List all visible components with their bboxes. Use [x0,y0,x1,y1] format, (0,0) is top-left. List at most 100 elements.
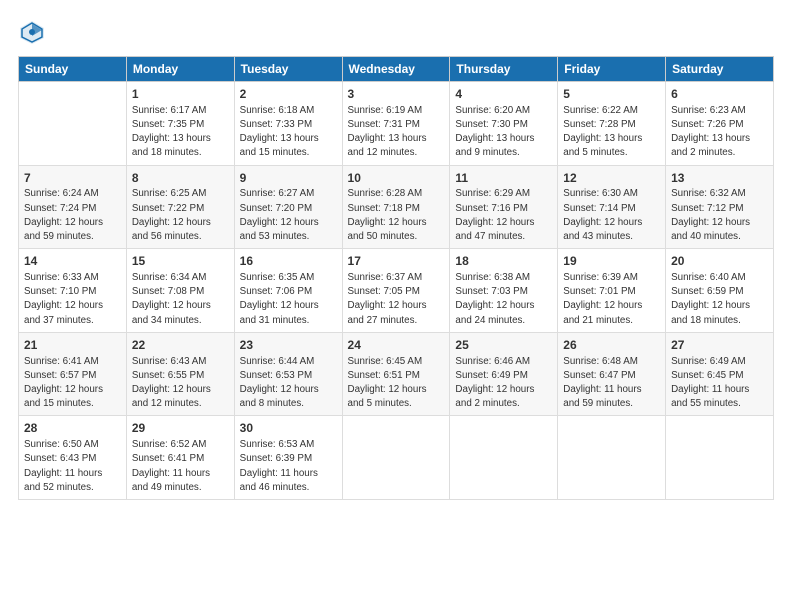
day-number: 17 [348,253,445,270]
calendar-cell: 17Sunrise: 6:37 AM Sunset: 7:05 PM Dayli… [342,249,450,333]
calendar-cell: 26Sunrise: 6:48 AM Sunset: 6:47 PM Dayli… [558,332,666,416]
day-number: 20 [671,253,768,270]
day-number: 10 [348,170,445,187]
day-info: Sunrise: 6:43 AM Sunset: 6:55 PM Dayligh… [132,355,229,412]
calendar-cell: 15Sunrise: 6:34 AM Sunset: 7:08 PM Dayli… [126,249,234,333]
calendar-week-5: 28Sunrise: 6:50 AM Sunset: 6:43 PM Dayli… [19,416,774,500]
day-info: Sunrise: 6:37 AM Sunset: 7:05 PM Dayligh… [348,271,445,328]
day-number: 24 [348,337,445,354]
weekday-header-tuesday: Tuesday [234,57,342,82]
day-number: 16 [240,253,337,270]
calendar-week-2: 7Sunrise: 6:24 AM Sunset: 7:24 PM Daylig… [19,165,774,249]
weekday-header-row: SundayMondayTuesdayWednesdayThursdayFrid… [19,57,774,82]
day-info: Sunrise: 6:19 AM Sunset: 7:31 PM Dayligh… [348,104,445,161]
day-number: 13 [671,170,768,187]
day-info: Sunrise: 6:17 AM Sunset: 7:35 PM Dayligh… [132,104,229,161]
calendar-cell [558,416,666,500]
day-info: Sunrise: 6:48 AM Sunset: 6:47 PM Dayligh… [563,355,660,412]
calendar-cell: 20Sunrise: 6:40 AM Sunset: 6:59 PM Dayli… [666,249,774,333]
day-number: 25 [455,337,552,354]
day-number: 2 [240,86,337,103]
calendar-cell: 12Sunrise: 6:30 AM Sunset: 7:14 PM Dayli… [558,165,666,249]
weekday-header-wednesday: Wednesday [342,57,450,82]
day-number: 5 [563,86,660,103]
weekday-header-monday: Monday [126,57,234,82]
calendar-cell: 7Sunrise: 6:24 AM Sunset: 7:24 PM Daylig… [19,165,127,249]
calendar-cell: 2Sunrise: 6:18 AM Sunset: 7:33 PM Daylig… [234,82,342,166]
day-number: 9 [240,170,337,187]
calendar-cell: 28Sunrise: 6:50 AM Sunset: 6:43 PM Dayli… [19,416,127,500]
calendar-cell: 19Sunrise: 6:39 AM Sunset: 7:01 PM Dayli… [558,249,666,333]
calendar-cell [666,416,774,500]
day-number: 23 [240,337,337,354]
day-info: Sunrise: 6:28 AM Sunset: 7:18 PM Dayligh… [348,187,445,244]
day-info: Sunrise: 6:46 AM Sunset: 6:49 PM Dayligh… [455,355,552,412]
calendar-cell: 23Sunrise: 6:44 AM Sunset: 6:53 PM Dayli… [234,332,342,416]
day-info: Sunrise: 6:40 AM Sunset: 6:59 PM Dayligh… [671,271,768,328]
weekday-header-thursday: Thursday [450,57,558,82]
day-info: Sunrise: 6:27 AM Sunset: 7:20 PM Dayligh… [240,187,337,244]
weekday-header-saturday: Saturday [666,57,774,82]
day-number: 26 [563,337,660,354]
day-number: 27 [671,337,768,354]
day-number: 1 [132,86,229,103]
day-info: Sunrise: 6:29 AM Sunset: 7:16 PM Dayligh… [455,187,552,244]
weekday-header-friday: Friday [558,57,666,82]
calendar-cell: 3Sunrise: 6:19 AM Sunset: 7:31 PM Daylig… [342,82,450,166]
day-info: Sunrise: 6:50 AM Sunset: 6:43 PM Dayligh… [24,438,121,495]
day-info: Sunrise: 6:32 AM Sunset: 7:12 PM Dayligh… [671,187,768,244]
day-info: Sunrise: 6:52 AM Sunset: 6:41 PM Dayligh… [132,438,229,495]
day-number: 21 [24,337,121,354]
page-container: SundayMondayTuesdayWednesdayThursdayFrid… [0,0,792,510]
calendar-cell: 11Sunrise: 6:29 AM Sunset: 7:16 PM Dayli… [450,165,558,249]
day-number: 14 [24,253,121,270]
weekday-header-sunday: Sunday [19,57,127,82]
calendar-cell: 4Sunrise: 6:20 AM Sunset: 7:30 PM Daylig… [450,82,558,166]
day-info: Sunrise: 6:25 AM Sunset: 7:22 PM Dayligh… [132,187,229,244]
calendar-cell: 18Sunrise: 6:38 AM Sunset: 7:03 PM Dayli… [450,249,558,333]
day-info: Sunrise: 6:33 AM Sunset: 7:10 PM Dayligh… [24,271,121,328]
day-number: 18 [455,253,552,270]
day-number: 15 [132,253,229,270]
calendar-cell: 22Sunrise: 6:43 AM Sunset: 6:55 PM Dayli… [126,332,234,416]
day-info: Sunrise: 6:34 AM Sunset: 7:08 PM Dayligh… [132,271,229,328]
day-info: Sunrise: 6:38 AM Sunset: 7:03 PM Dayligh… [455,271,552,328]
calendar-cell: 29Sunrise: 6:52 AM Sunset: 6:41 PM Dayli… [126,416,234,500]
calendar-cell: 21Sunrise: 6:41 AM Sunset: 6:57 PM Dayli… [19,332,127,416]
day-number: 7 [24,170,121,187]
calendar-week-3: 14Sunrise: 6:33 AM Sunset: 7:10 PM Dayli… [19,249,774,333]
day-number: 11 [455,170,552,187]
calendar-week-4: 21Sunrise: 6:41 AM Sunset: 6:57 PM Dayli… [19,332,774,416]
calendar-cell: 16Sunrise: 6:35 AM Sunset: 7:06 PM Dayli… [234,249,342,333]
calendar-cell: 10Sunrise: 6:28 AM Sunset: 7:18 PM Dayli… [342,165,450,249]
day-number: 30 [240,420,337,437]
day-info: Sunrise: 6:35 AM Sunset: 7:06 PM Dayligh… [240,271,337,328]
calendar-cell [342,416,450,500]
day-number: 6 [671,86,768,103]
logo-icon [18,18,46,46]
calendar-cell: 9Sunrise: 6:27 AM Sunset: 7:20 PM Daylig… [234,165,342,249]
calendar-cell: 25Sunrise: 6:46 AM Sunset: 6:49 PM Dayli… [450,332,558,416]
day-info: Sunrise: 6:22 AM Sunset: 7:28 PM Dayligh… [563,104,660,161]
calendar-cell: 1Sunrise: 6:17 AM Sunset: 7:35 PM Daylig… [126,82,234,166]
day-info: Sunrise: 6:30 AM Sunset: 7:14 PM Dayligh… [563,187,660,244]
calendar-cell: 5Sunrise: 6:22 AM Sunset: 7:28 PM Daylig… [558,82,666,166]
day-info: Sunrise: 6:45 AM Sunset: 6:51 PM Dayligh… [348,355,445,412]
calendar-cell: 8Sunrise: 6:25 AM Sunset: 7:22 PM Daylig… [126,165,234,249]
day-number: 29 [132,420,229,437]
calendar-week-1: 1Sunrise: 6:17 AM Sunset: 7:35 PM Daylig… [19,82,774,166]
day-number: 28 [24,420,121,437]
calendar-cell: 13Sunrise: 6:32 AM Sunset: 7:12 PM Dayli… [666,165,774,249]
day-info: Sunrise: 6:23 AM Sunset: 7:26 PM Dayligh… [671,104,768,161]
calendar-table: SundayMondayTuesdayWednesdayThursdayFrid… [18,56,774,500]
day-number: 12 [563,170,660,187]
day-number: 8 [132,170,229,187]
day-info: Sunrise: 6:41 AM Sunset: 6:57 PM Dayligh… [24,355,121,412]
calendar-cell: 24Sunrise: 6:45 AM Sunset: 6:51 PM Dayli… [342,332,450,416]
day-number: 4 [455,86,552,103]
day-number: 3 [348,86,445,103]
day-info: Sunrise: 6:39 AM Sunset: 7:01 PM Dayligh… [563,271,660,328]
calendar-cell: 6Sunrise: 6:23 AM Sunset: 7:26 PM Daylig… [666,82,774,166]
calendar-cell: 30Sunrise: 6:53 AM Sunset: 6:39 PM Dayli… [234,416,342,500]
logo [18,18,50,46]
